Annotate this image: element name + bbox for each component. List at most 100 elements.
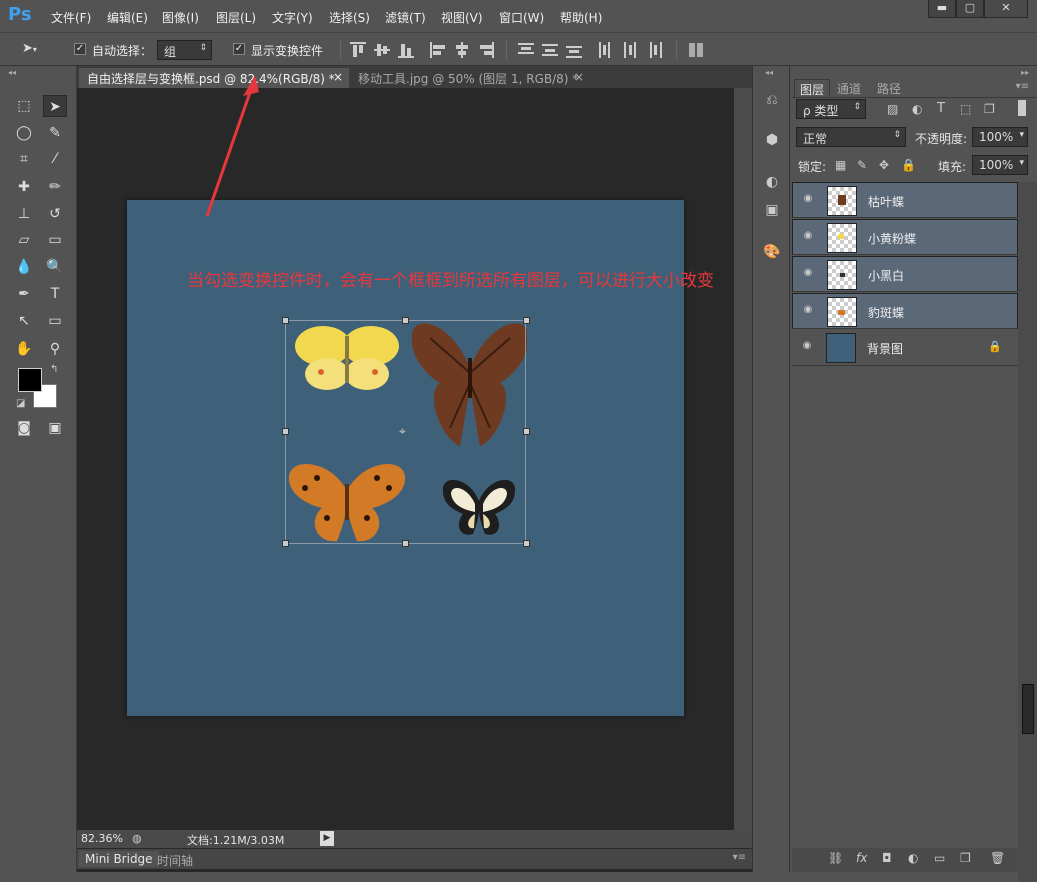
transform-center-icon[interactable]: ⌖ — [399, 424, 406, 439]
distribute-right-icon[interactable] — [646, 42, 662, 58]
transform-handle-ml[interactable] — [282, 428, 289, 435]
default-colors-icon[interactable]: ◪ — [16, 398, 25, 409]
expand-arrows-icon[interactable]: ▸▸ — [1021, 68, 1029, 77]
panel-menu-icon[interactable]: ▾≡ — [733, 852, 746, 863]
menu-type[interactable]: 文字(Y) — [272, 9, 313, 26]
adjustments-icon[interactable]: ◐ — [762, 174, 782, 194]
distribute-left-icon[interactable] — [598, 42, 614, 58]
marquee-tool-icon[interactable]: ⬚ — [12, 95, 36, 117]
layer-row-background[interactable]: ◉ 背景图 🔒 — [792, 330, 1018, 366]
brush-tool-icon[interactable]: ✏ — [43, 176, 67, 198]
menu-filter[interactable]: 滤镜(T) — [385, 9, 426, 26]
menu-layer[interactable]: 图层(L) — [216, 9, 256, 26]
filter-type-icon[interactable]: T — [937, 101, 945, 116]
distribute-vcenter-icon[interactable] — [542, 42, 558, 58]
link-layers-icon[interactable]: ⛓ — [828, 851, 843, 865]
vertical-scrollbar[interactable] — [734, 88, 752, 830]
tab-mini-bridge[interactable]: Mini Bridge — [79, 851, 159, 867]
fx-icon[interactable]: fx — [856, 851, 867, 865]
layer-filter-dropdown[interactable]: ρ 类型 ⇕ — [796, 99, 866, 119]
distribute-bottom-icon[interactable] — [566, 42, 582, 58]
transform-handle-tl[interactable] — [282, 317, 289, 324]
visibility-eye-icon[interactable]: ◉ — [801, 304, 815, 318]
transform-handle-br[interactable] — [523, 540, 530, 547]
align-left-icon[interactable] — [430, 42, 446, 58]
history-icon[interactable]: ⎌ — [762, 92, 782, 112]
transform-handle-mr[interactable] — [523, 428, 530, 435]
lock-position-icon[interactable]: ✥ — [879, 158, 889, 172]
chevron-down-icon[interactable]: ▾ — [1019, 130, 1024, 140]
auto-select-dropdown[interactable]: 组 ⇕ — [157, 40, 212, 60]
menu-view[interactable]: 视图(V) — [441, 9, 483, 26]
layer-name[interactable]: 背景图 — [867, 340, 903, 357]
quick-mask-icon[interactable]: ◙ — [12, 417, 36, 439]
status-menu-arrow-icon[interactable]: ▶ — [320, 831, 334, 846]
adjustment-layer-icon[interactable]: ◐ — [908, 851, 918, 865]
blur-tool-icon[interactable]: 💧 — [12, 256, 36, 278]
status-info-icon[interactable]: ◍ — [132, 832, 142, 845]
tab-close-icon[interactable]: × — [333, 70, 343, 84]
foreground-color-swatch[interactable] — [18, 368, 42, 392]
tab-close-icon[interactable]: × — [574, 70, 584, 84]
filter-shape-icon[interactable]: ⬚ — [960, 102, 971, 116]
zoom-level[interactable]: 82.36% — [81, 832, 123, 845]
lock-pixels-icon[interactable]: ✎ — [857, 158, 867, 172]
align-bottom-icon[interactable] — [398, 42, 414, 58]
layer-row-xiaoheibai[interactable]: ◉ 小黑白 — [792, 256, 1018, 292]
pen-tool-icon[interactable]: ✒ — [12, 283, 36, 305]
screen-mode-icon[interactable]: ▣ — [43, 417, 67, 439]
collapse-arrows-icon[interactable]: ◂◂ — [765, 68, 773, 77]
visibility-eye-icon[interactable]: ◉ — [801, 230, 815, 244]
blend-mode-dropdown[interactable]: 正常 ⇕ — [796, 127, 906, 147]
move-tool-icon[interactable]: ➤ — [43, 95, 67, 117]
crop-tool-icon[interactable]: ⌗ — [12, 148, 36, 170]
styles-icon[interactable]: ▣ — [762, 202, 782, 222]
menu-select[interactable]: 选择(S) — [329, 9, 370, 26]
transform-handle-bm[interactable] — [402, 540, 409, 547]
align-top-icon[interactable] — [350, 42, 366, 58]
swatches-icon[interactable]: 🎨 — [762, 244, 782, 264]
chevron-down-icon[interactable]: ▾ — [1019, 158, 1024, 168]
layer-name[interactable]: 豹斑蝶 — [868, 304, 904, 321]
add-mask-icon[interactable]: ◘ — [882, 851, 892, 865]
transform-handle-bl[interactable] — [282, 540, 289, 547]
close-window-button[interactable]: ✕ — [984, 0, 1028, 18]
tab-paths[interactable]: 路径 — [872, 79, 906, 97]
filter-pixel-icon[interactable]: ▨ — [887, 102, 898, 116]
visibility-eye-icon[interactable]: ◉ — [801, 267, 815, 281]
layer-name[interactable]: 小黑白 — [868, 267, 904, 284]
delete-layer-icon[interactable]: 🗑 — [990, 851, 1005, 865]
new-group-icon[interactable]: ▭ — [934, 851, 945, 865]
align-vcenter-icon[interactable] — [374, 42, 390, 58]
tab-channels[interactable]: 通道 — [832, 79, 866, 97]
distribute-top-icon[interactable] — [518, 42, 534, 58]
healing-brush-icon[interactable]: ✚ — [12, 176, 36, 198]
fill-input[interactable]: 100% ▾ — [972, 155, 1028, 175]
eraser-tool-icon[interactable]: ▱ — [12, 229, 36, 251]
tab-timeline[interactable]: 时间轴 — [157, 852, 193, 869]
lasso-tool-icon[interactable]: ◯ — [12, 122, 36, 144]
move-tool-preset-icon[interactable]: ➤▾ — [22, 41, 48, 59]
zoom-tool-icon[interactable]: ⚲ — [43, 338, 67, 360]
quick-select-tool-icon[interactable]: ✎ — [43, 122, 67, 144]
opacity-input[interactable]: 100% ▾ — [972, 127, 1028, 147]
filter-toggle-switch[interactable] — [1018, 100, 1026, 116]
collapse-arrows-icon[interactable]: ◂◂ — [8, 68, 16, 77]
menu-edit[interactable]: 编辑(E) — [107, 9, 148, 26]
align-hcenter-icon[interactable] — [454, 42, 470, 58]
panel-menu-icon[interactable]: ▾≡ — [1016, 81, 1029, 92]
rectangle-tool-icon[interactable]: ▭ — [43, 310, 67, 332]
layer-name[interactable]: 枯叶蝶 — [868, 193, 904, 210]
distribute-hcenter-icon[interactable] — [622, 42, 638, 58]
menu-help[interactable]: 帮助(H) — [560, 9, 602, 26]
gradient-tool-icon[interactable]: ▭ — [43, 229, 67, 251]
auto-select-checkbox[interactable]: ✓ — [74, 43, 86, 55]
3d-icon[interactable]: ⬢ — [762, 132, 782, 152]
layer-name[interactable]: 小黄粉蝶 — [868, 230, 916, 247]
layer-row-baobandie[interactable]: ◉ 豹斑蝶 — [792, 293, 1018, 329]
lock-transparency-icon[interactable]: ▦ — [835, 158, 846, 172]
visibility-eye-icon[interactable]: ◉ — [801, 193, 815, 207]
auto-align-icon[interactable] — [688, 42, 704, 58]
swap-colors-icon[interactable]: ↰ — [50, 364, 58, 375]
layers-scrollbar[interactable] — [1018, 182, 1037, 882]
